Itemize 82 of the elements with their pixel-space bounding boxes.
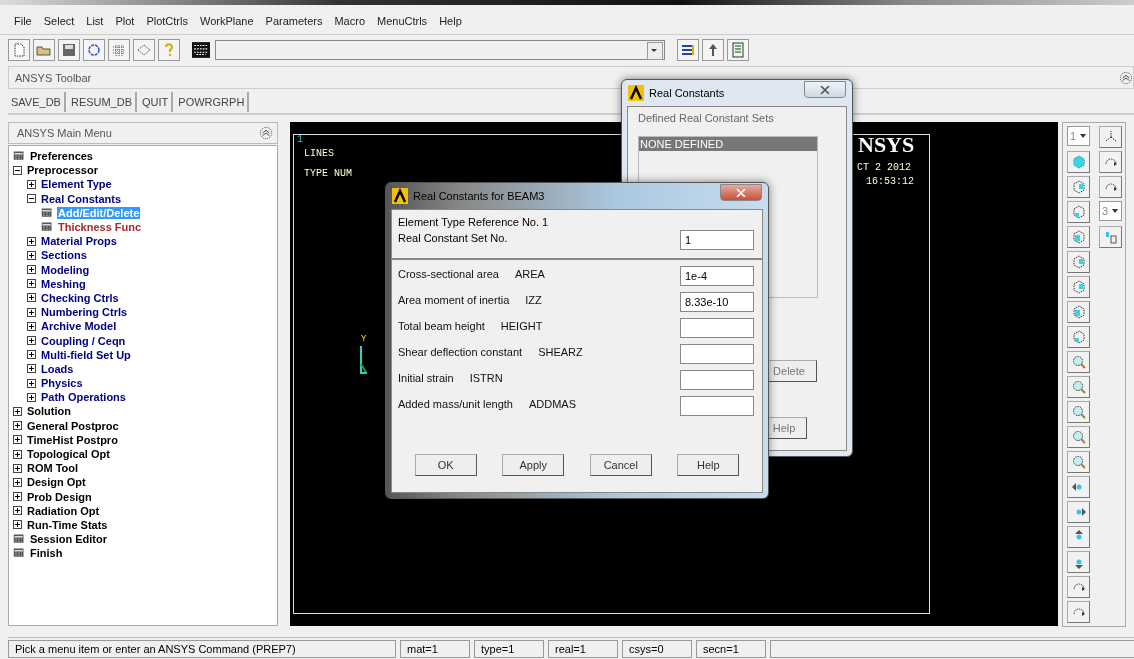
menu-bar-item[interactable]: Help [439, 15, 462, 27]
menu-item[interactable]: Numbering Ctrls [40, 306, 129, 319]
menu-bar-item[interactable]: Macro [334, 15, 365, 27]
menu-bar-item[interactable]: PlotCtrls [146, 15, 188, 27]
window-number: 1 [297, 134, 303, 145]
main-menu-title: ANSYS Main Menu [17, 127, 112, 139]
menu-item[interactable]: Prob Design [26, 490, 93, 503]
element-reference: Element Type Reference No. 1 [398, 215, 550, 228]
status-field: real=1 [548, 640, 618, 658]
menu-item[interactable]: Topological Opt [26, 448, 111, 461]
menu-item[interactable]: Session Editor [29, 533, 109, 546]
dialog-button[interactable]: Apply [502, 454, 565, 476]
menu-bar-item[interactable]: Select [43, 15, 75, 27]
menu-item[interactable]: Loads [40, 362, 75, 375]
menu-item[interactable]: Run-Time Stats [26, 518, 109, 531]
status-field: mat=1 [400, 640, 470, 658]
input-field[interactable]: 8.33e-10 [680, 292, 754, 312]
field-symbol: ADDMAS [528, 398, 577, 410]
menu-bar-item[interactable]: List [86, 15, 104, 27]
menu-bar-item[interactable]: WorkPlane [199, 15, 254, 27]
field-symbol: SHEARZ [538, 346, 583, 358]
menu-item[interactable]: Coupling / Ceqn [40, 334, 127, 347]
field-label: Initial strain [398, 372, 454, 384]
menu-item[interactable]: Checking Ctrls [40, 291, 120, 304]
field-label: Shear deflection constant [398, 346, 523, 358]
menu-item[interactable]: Radiation Opt [26, 504, 101, 517]
menu-item[interactable]: TimeHist Postpro [26, 433, 119, 446]
menu-item[interactable]: Solution [26, 405, 72, 418]
field-label: Real Constant Set No. [398, 231, 508, 244]
status-prompt: Pick a menu item or enter an ANSYS Command (PREP7) [8, 640, 396, 658]
view-selector[interactable]: 1 [1067, 126, 1090, 146]
field-symbol: IZZ [525, 294, 542, 306]
toolbar-title: ANSYS Toolbar [15, 71, 92, 84]
axis-label: Y [361, 334, 367, 344]
field-symbol: HEIGHT [500, 320, 543, 332]
menu-bar-item[interactable]: Parameters [265, 15, 323, 27]
view-selector[interactable]: 3 [1099, 201, 1122, 221]
dialog-button[interactable]: Cancel [589, 454, 652, 476]
menu-item[interactable]: Preferences [29, 150, 94, 163]
menu-item[interactable]: Sections [40, 249, 88, 262]
plot-label: LINES [304, 148, 334, 159]
dialog-button[interactable]: OK [414, 454, 477, 476]
dialog-title: Real Constants for BEAM3 [413, 190, 545, 202]
plot-time: 16:53:12 [866, 176, 914, 187]
menu-item[interactable]: Real Constants [40, 192, 123, 205]
list-label: Defined Real Constant Sets [638, 112, 775, 124]
menu-item[interactable]: ROM Tool [26, 462, 80, 475]
menu-bar-item[interactable]: File [14, 15, 32, 27]
logo-text: NSYS [858, 132, 915, 158]
menu-item[interactable]: Physics [40, 377, 84, 390]
field-label: Area moment of inertia [398, 294, 510, 306]
status-field: type=1 [474, 640, 544, 658]
menu-item[interactable]: Finish [29, 547, 64, 560]
field-symbol: ISTRN [469, 372, 503, 384]
dialog-title: Real Constants [649, 87, 725, 99]
field-label: Cross-sectional area [398, 268, 499, 280]
constant-set-row[interactable]: NONE DEFINED [639, 137, 817, 151]
menu-item[interactable]: Meshing [40, 277, 87, 290]
field-label: Added mass/unit length [398, 398, 513, 410]
menu-item[interactable]: Path Operations [40, 391, 127, 404]
menu-item[interactable]: Multi-field Set Up [40, 348, 132, 361]
plot-label: TYPE NUM [304, 168, 352, 179]
menu-item[interactable]: Archive Model [40, 320, 118, 333]
toolbar-command-button[interactable]: SAVE_DB [8, 92, 66, 112]
plot-date: CT 2 2012 [857, 162, 911, 173]
menu-item[interactable]: Modeling [40, 263, 91, 276]
field-symbol: AREA [514, 268, 545, 280]
field-label: Total beam height [398, 320, 485, 332]
menu-item[interactable]: General Postproc [26, 419, 120, 432]
input-field[interactable]: 1 [680, 230, 754, 250]
menu-item[interactable]: Element Type [40, 178, 113, 191]
status-field: csys=0 [622, 640, 692, 658]
input-field[interactable]: 1e-4 [680, 266, 754, 286]
menu-item[interactable]: Preprocessor [26, 164, 99, 177]
status-field: secn=1 [696, 640, 766, 658]
dialog-button[interactable]: Help [677, 454, 740, 476]
toolbar-command-button[interactable]: QUIT [139, 92, 174, 112]
menu-item[interactable]: Thickness Func [57, 221, 143, 234]
menu-item[interactable]: Design Opt [26, 476, 87, 489]
menu-bar-item[interactable]: Plot [115, 15, 135, 27]
menu-item[interactable]: Material Props [40, 235, 118, 248]
menu-bar-item[interactable]: MenuCtrls [377, 15, 428, 27]
